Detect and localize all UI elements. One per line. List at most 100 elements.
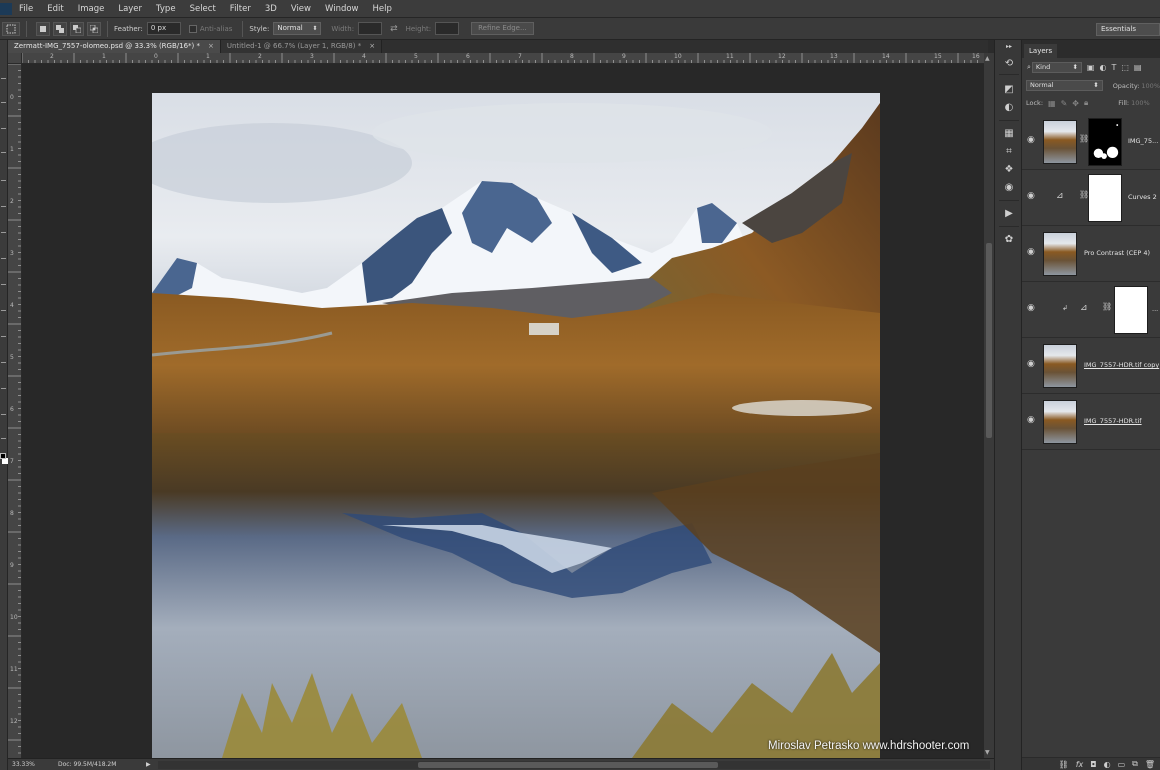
eye-icon[interactable]: ◉	[1027, 191, 1035, 201]
menu-window[interactable]: Window	[318, 0, 366, 18]
layer-name[interactable]: IMG_7557-HDR.tif copy	[1084, 361, 1159, 369]
3d-icon[interactable]: ❖	[1002, 164, 1016, 176]
new-selection-button[interactable]	[36, 21, 50, 36]
vertical-scrollbar[interactable]: ▲ ▼	[984, 53, 994, 758]
layer-row[interactable]: ◉ ↲ ⊿ ⛓︎ ...	[1022, 282, 1160, 338]
delete-layer-icon[interactable]: 🗑︎	[1145, 760, 1155, 769]
layer-style-icon[interactable]: fx	[1076, 760, 1084, 769]
tool-pen[interactable]	[1, 414, 6, 415]
layer-name[interactable]: IMG_7557-HDR.tif	[1084, 417, 1142, 425]
status-menu-arrow-icon[interactable]: ▶	[142, 759, 156, 770]
document-tab-zermatt[interactable]: Zermatt-IMG_7557-olomeo.psd @ 33.3% (RGB…	[8, 40, 221, 53]
filter-pixel-icon[interactable]: ▣	[1087, 63, 1095, 72]
add-selection-button[interactable]	[53, 21, 67, 36]
layer-row[interactable]: ◉ IMG_7557-HDR.tif copy	[1022, 338, 1160, 394]
add-mask-icon[interactable]: ◘	[1090, 760, 1096, 769]
blend-mode-select[interactable]: Normal ⬍	[1026, 80, 1103, 91]
document-canvas[interactable]: Miroslav Petrasko www.hdrshooter.com	[22, 64, 984, 758]
zoom-level[interactable]: 33.33%	[8, 759, 54, 770]
styles-icon[interactable]: ◐	[1002, 102, 1016, 114]
tool-gradient[interactable]	[1, 362, 6, 363]
ruler-origin[interactable]	[8, 53, 22, 64]
lock-image-icon[interactable]: ✎	[1061, 99, 1068, 108]
menu-layer[interactable]: Layer	[111, 0, 149, 18]
menu-file[interactable]: File	[12, 0, 40, 18]
menu-image[interactable]: Image	[71, 0, 112, 18]
eye-icon[interactable]: ◉	[1027, 247, 1035, 257]
scroll-thumb[interactable]	[986, 243, 992, 438]
eye-icon[interactable]: ◉	[1027, 303, 1035, 313]
layer-row[interactable]: ◉ ⛓︎ IMG_75...	[1022, 114, 1160, 170]
link-icon[interactable]: ⛓︎	[1102, 302, 1112, 311]
scroll-down-icon[interactable]: ▼	[985, 749, 990, 756]
tool-dodge[interactable]	[1, 388, 6, 389]
history-icon[interactable]: ⟲	[1002, 58, 1016, 70]
close-icon[interactable]: ×	[369, 40, 375, 53]
fill-value[interactable]: 100%	[1131, 99, 1150, 107]
feather-input[interactable]: 0 px	[146, 22, 181, 35]
collapse-panels-icon[interactable]: ▸▸	[1002, 41, 1016, 53]
channels-icon[interactable]: ◉	[1002, 182, 1016, 194]
plugin-panel-icon[interactable]: ✿	[1002, 234, 1016, 246]
menu-select[interactable]: Select	[183, 0, 223, 18]
horizontal-ruler[interactable]: 2 1 0 1 2 3 4 5 6 7 8 9 10 11 12 13 14 1…	[22, 53, 984, 64]
scroll-up-icon[interactable]: ▲	[985, 55, 990, 62]
layer-row[interactable]: ◉ IMG_7557-HDR.tif	[1022, 394, 1160, 450]
menu-help[interactable]: Help	[366, 0, 399, 18]
scroll-thumb[interactable]	[418, 762, 718, 768]
filter-type-icon[interactable]: T	[1111, 63, 1116, 72]
opacity-value[interactable]: 100%	[1141, 82, 1160, 90]
tool-lasso[interactable]	[1, 128, 6, 129]
tool-eraser[interactable]	[1, 336, 6, 337]
menu-type[interactable]: Type	[149, 0, 183, 18]
anti-alias-checkbox[interactable]	[188, 24, 197, 33]
new-adjustment-icon[interactable]: ◐	[1104, 760, 1111, 769]
new-group-icon[interactable]: ▭	[1118, 760, 1126, 769]
link-layers-icon[interactable]: ⛓︎	[1059, 760, 1069, 769]
width-input[interactable]	[358, 22, 383, 35]
layers-tab[interactable]: Layers	[1024, 44, 1058, 58]
tool-preset-picker[interactable]	[2, 21, 20, 36]
eye-icon[interactable]: ◉	[1027, 415, 1035, 425]
lock-all-icon[interactable]: 🔒︎	[1084, 98, 1088, 108]
actions-icon[interactable]: ▶	[1002, 208, 1016, 220]
new-layer-icon[interactable]: ⧉	[1132, 759, 1138, 769]
document-tab-untitled[interactable]: Untitled-1 @ 66.7% (Layer 1, RGB/8) * ×	[220, 40, 383, 53]
tool-marquee[interactable]	[1, 78, 6, 79]
filter-shape-icon[interactable]: ⬚	[1121, 63, 1129, 72]
vertical-ruler[interactable]: 0 1 2 3 4 5 6 7 8 9 10 11 12	[8, 64, 22, 758]
tool-brush[interactable]	[1, 258, 6, 259]
filter-adjustment-icon[interactable]: ◐	[1099, 63, 1106, 72]
filter-kind-select[interactable]: Kind ⬍	[1031, 62, 1082, 73]
menu-3d[interactable]: 3D	[258, 0, 284, 18]
height-input[interactable]	[435, 22, 460, 35]
lock-position-icon[interactable]: ✥	[1072, 99, 1079, 108]
menu-view[interactable]: View	[284, 0, 318, 18]
eye-icon[interactable]: ◉	[1027, 359, 1035, 369]
tool-stamp[interactable]	[1, 284, 6, 285]
tool-quick-select[interactable]	[1, 152, 6, 153]
menu-edit[interactable]: Edit	[40, 0, 70, 18]
intersect-selection-button[interactable]	[87, 21, 101, 36]
style-select[interactable]: Normal ⬍	[273, 22, 322, 35]
tool-history-brush[interactable]	[1, 310, 6, 311]
layer-name[interactable]: ...	[1152, 305, 1158, 313]
tool-crop[interactable]	[1, 180, 6, 181]
layer-name[interactable]: IMG_75...	[1128, 137, 1158, 145]
workspace-switcher[interactable]: Essentials	[1096, 23, 1160, 36]
lock-transparent-icon[interactable]: ▦	[1048, 99, 1056, 108]
transform-icon[interactable]: ⌗	[1002, 146, 1016, 158]
tool-healing[interactable]	[1, 232, 6, 233]
tool-move[interactable]	[1, 102, 6, 103]
horizontal-scrollbar[interactable]	[158, 761, 990, 769]
swap-dimensions-icon[interactable]: ⇄	[390, 24, 398, 34]
refine-edge-button[interactable]: Refine Edge...	[471, 22, 534, 35]
adjustments-icon[interactable]: ◩	[1002, 84, 1016, 96]
close-icon[interactable]: ×	[208, 40, 214, 53]
tool-eyedropper[interactable]	[1, 206, 6, 207]
swatches-icon[interactable]: ▦	[1002, 128, 1016, 140]
eye-icon[interactable]: ◉	[1027, 135, 1035, 145]
menu-filter[interactable]: Filter	[223, 0, 258, 18]
layer-row[interactable]: ◉ Pro Contrast (CEP 4)	[1022, 226, 1160, 282]
filter-smart-object-icon[interactable]: ▤	[1134, 63, 1142, 72]
